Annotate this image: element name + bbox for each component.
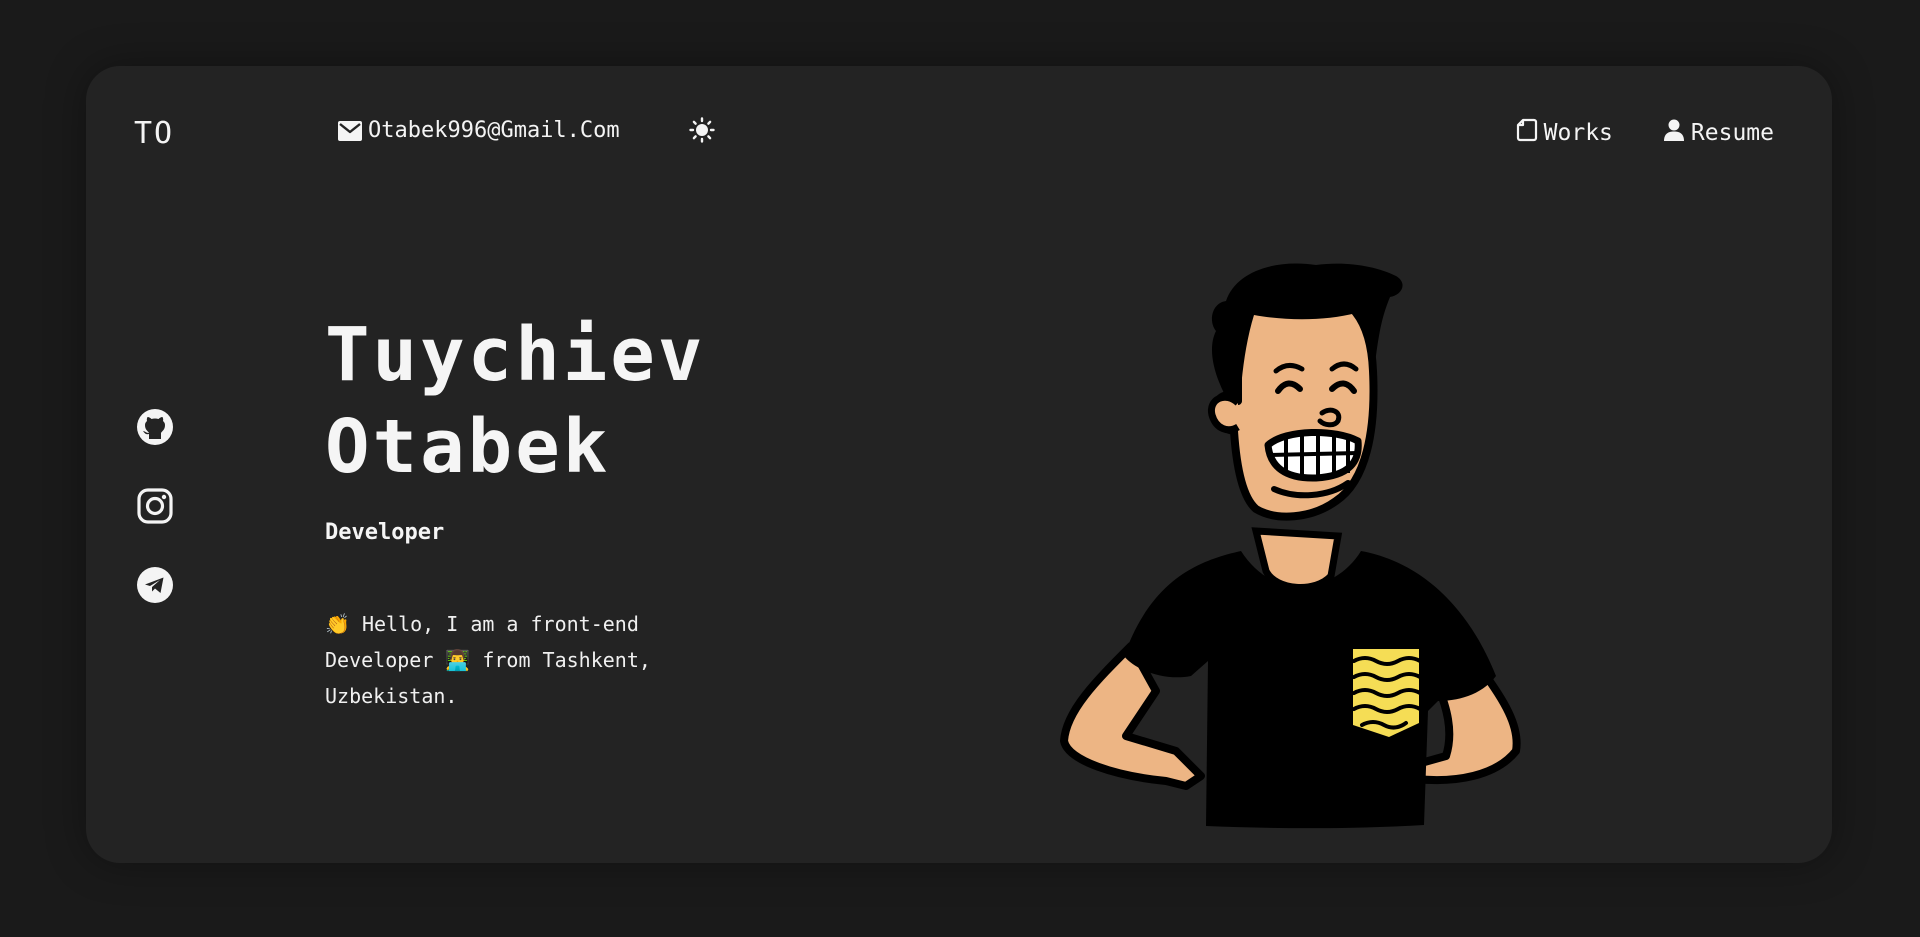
hero-intro: 👏 Hello, I am a front-end Developer 👨‍💻 … bbox=[325, 612, 651, 708]
sun-icon bbox=[689, 117, 715, 147]
nav-works-label: Works bbox=[1543, 120, 1613, 146]
telegram-icon bbox=[136, 566, 174, 608]
nav-resume-label: Resume bbox=[1690, 120, 1774, 146]
top-nav: Works Resume bbox=[1516, 118, 1774, 148]
hero-first-name: Tuychiev bbox=[325, 312, 706, 398]
email-link[interactable]: Otabek996@Gmail.Com bbox=[338, 118, 620, 143]
user-icon bbox=[1663, 118, 1685, 148]
social-links bbox=[136, 408, 174, 608]
hero-name: Tuychiev Otabek bbox=[325, 309, 705, 493]
telegram-link[interactable] bbox=[136, 566, 174, 608]
github-icon bbox=[136, 408, 174, 450]
nav-works-link[interactable]: Works bbox=[1516, 118, 1613, 148]
mail-icon bbox=[338, 120, 362, 141]
theme-toggle-button[interactable] bbox=[687, 117, 717, 147]
document-icon bbox=[1516, 118, 1538, 148]
instagram-icon bbox=[136, 487, 174, 529]
instagram-link[interactable] bbox=[136, 487, 174, 529]
developer-illustration bbox=[1060, 263, 1521, 829]
nav-resume-link[interactable]: Resume bbox=[1663, 118, 1774, 148]
github-link[interactable] bbox=[136, 408, 174, 450]
main-card: TO Otabek996@Gmail.Com Works Resume Tuyc… bbox=[86, 66, 1832, 863]
site-logo[interactable]: TO bbox=[134, 116, 174, 151]
email-text: Otabek996@Gmail.Com bbox=[368, 118, 620, 143]
hero-last-name: Otabek bbox=[325, 404, 611, 490]
hero-role: Developer bbox=[325, 520, 445, 545]
